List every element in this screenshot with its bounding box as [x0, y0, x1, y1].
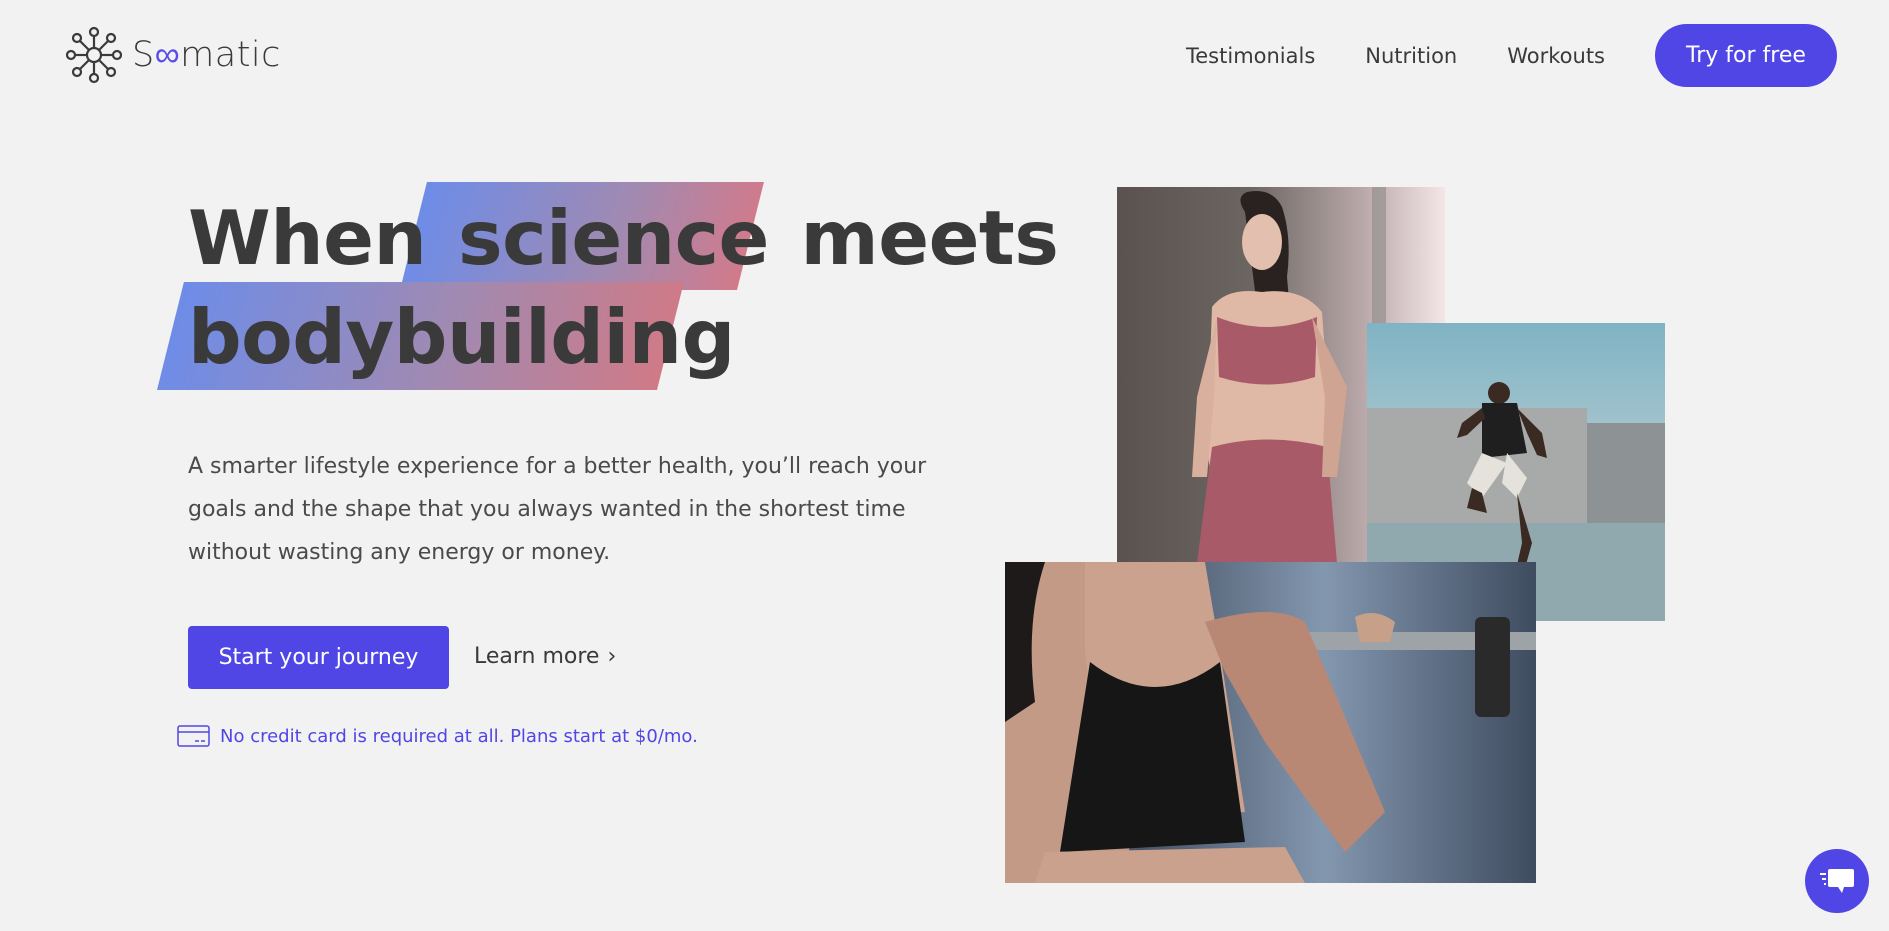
molecule-logo-icon [66, 26, 122, 84]
learn-more-label: Learn more [474, 644, 600, 669]
chevron-right-icon: › [607, 644, 617, 669]
headline-line-2: bodybuilding [188, 293, 735, 381]
brand-logo[interactable]: S∞matic [66, 25, 281, 85]
logo-infinity: ∞ [154, 35, 181, 75]
hero-description: A smarter lifestyle experience for a bet… [188, 454, 927, 565]
headline-word-meets: meets [800, 194, 1059, 282]
headline-word-science: science [458, 194, 769, 282]
hero-headline: When science meets bodybuilding [155, 180, 1059, 390]
nav-nutrition[interactable]: Nutrition [1365, 44, 1457, 68]
pricing-note: No credit card is required at all. Plans… [177, 725, 698, 747]
photo-tattooed-lifter [1005, 562, 1536, 883]
nav-workouts[interactable]: Workouts [1507, 44, 1605, 68]
pricing-note-text: No credit card is required at all. Plans… [220, 725, 698, 747]
chat-bubble-icon [1820, 869, 1854, 893]
chat-button[interactable] [1805, 849, 1869, 913]
headline-line-1: When science meets [188, 194, 1059, 282]
start-journey-button[interactable]: Start your journey [188, 626, 449, 689]
credit-card-icon [177, 725, 210, 747]
learn-more-link[interactable]: Learn more › [474, 644, 616, 669]
logo-text: S∞matic [132, 35, 281, 75]
headline-word-when: When [188, 194, 427, 282]
top-nav: Testimonials Nutrition Workouts Try for … [1186, 24, 1837, 87]
try-for-free-button[interactable]: Try for free [1655, 24, 1837, 87]
nav-testimonials[interactable]: Testimonials [1186, 44, 1315, 68]
